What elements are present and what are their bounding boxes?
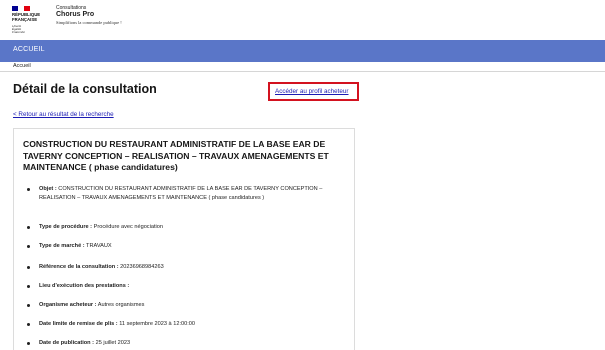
page-title: Détail de la consultation — [13, 82, 157, 96]
detail-label: Type de marché : — [39, 243, 85, 249]
flag-icon — [12, 6, 30, 11]
bullet-icon — [27, 266, 30, 269]
bullet-icon — [27, 323, 30, 326]
republique-francaise-logo[interactable]: RÉPUBLIQUE FRANÇAISE Liberté Égalité Fra… — [12, 6, 42, 35]
detail-label: Référence de la consultation : — [39, 264, 119, 270]
breadcrumb[interactable]: Accueil — [13, 63, 31, 69]
detail-label: Objet : — [39, 186, 57, 192]
detail-date-publication: Date de publication : 25 juillet 2023 — [27, 339, 327, 348]
main-nav: ACCUEIL — [0, 40, 605, 62]
breadcrumb-divider — [0, 71, 605, 72]
bullet-icon — [27, 342, 30, 345]
logo-motto: Liberté Égalité Fraternité — [12, 24, 42, 35]
brand-tagline: Simplifions la commande publique ! — [56, 20, 122, 25]
consultation-title: CONSTRUCTION DU RESTAURANT ADMINISTRATIF… — [23, 139, 329, 172]
detail-lieu-execution: Lieu d'exécution des prestations : — [27, 282, 327, 291]
nav-item-accueil[interactable]: ACCUEIL — [13, 46, 45, 53]
detail-value: CONSTRUCTION DU RESTAURANT ADMINISTRATIF… — [39, 186, 323, 201]
detail-label: Type de procédure : — [39, 224, 93, 230]
detail-label: Lieu d'exécution des prestations : — [39, 283, 130, 289]
back-to-results-link[interactable]: < Retour au résultat de la recherche — [13, 111, 114, 118]
detail-value: 11 septembre 2023 à 12:00:00 — [119, 321, 195, 327]
site-header: RÉPUBLIQUE FRANÇAISE Liberté Égalité Fra… — [0, 0, 605, 40]
detail-value: Autres organismes — [97, 302, 145, 308]
detail-label: Date de publication : — [39, 340, 95, 346]
detail-type-procedure: Type de procédure : Procédure avec négoc… — [27, 223, 327, 232]
detail-organisme: Organisme acheteur : Autres organismes — [27, 301, 327, 310]
bullet-icon — [27, 226, 30, 229]
bullet-icon — [27, 285, 30, 288]
logo-text: RÉPUBLIQUE FRANÇAISE — [12, 12, 42, 23]
detail-type-marche: Type de marché : TRAVAUX — [27, 242, 327, 251]
detail-value: 25 juillet 2023 — [95, 340, 131, 346]
bullet-icon — [27, 188, 30, 191]
detail-date-limite: Date limite de remise de plis : 11 septe… — [27, 320, 327, 329]
bullet-icon — [27, 304, 30, 307]
detail-label: Organisme acheteur : — [39, 302, 97, 308]
brand-name: Chorus Pro — [56, 11, 95, 18]
detail-reference: Référence de la consultation : 202369689… — [27, 263, 327, 272]
bullet-icon — [27, 245, 30, 248]
detail-value: TRAVAUX — [86, 243, 112, 249]
logo-line-2: FRANÇAISE — [12, 16, 38, 22]
detail-label: Date limite de remise de plis : — [39, 321, 118, 327]
detail-objet: Objet : CONSTRUCTION DU RESTAURANT ADMIN… — [27, 185, 327, 203]
flag-red — [24, 6, 30, 11]
detail-value: 20236968984263 — [120, 264, 164, 270]
detail-value: Procédure avec négociation — [93, 224, 163, 230]
brand-block[interactable]: Consultations Chorus Pro Simplifions la … — [56, 5, 122, 26]
motto-line-3: Fraternité — [12, 30, 25, 35]
buyer-profile-link[interactable]: Accéder au profil acheteur — [275, 88, 349, 95]
